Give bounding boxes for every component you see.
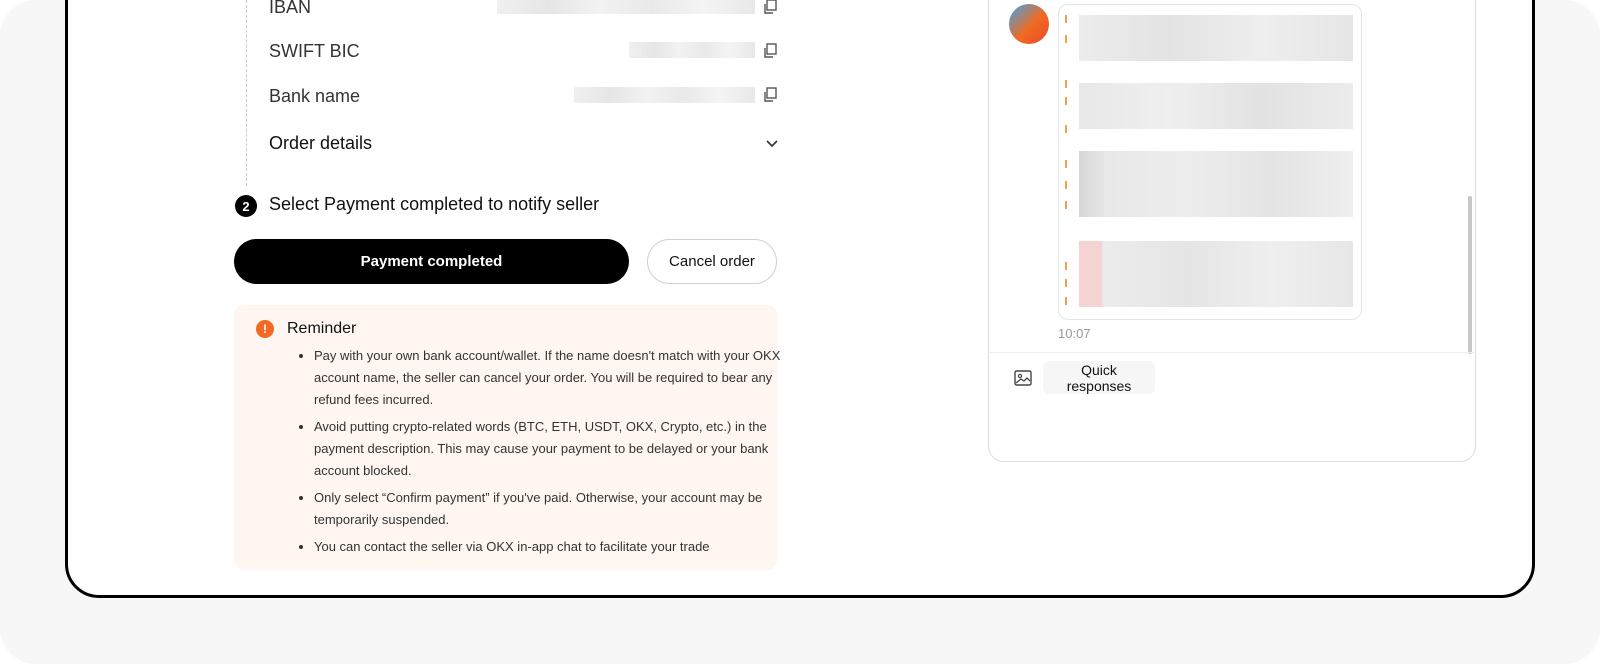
chat-scrollbar[interactable] [1468, 196, 1472, 354]
redacted-mark [1065, 97, 1067, 105]
redacted-mark [1065, 279, 1067, 287]
redacted-mark [1065, 297, 1067, 305]
copy-icon[interactable] [762, 0, 778, 15]
step-instruction: Select Payment completed to notify selle… [269, 194, 600, 214]
redacted-mark [1065, 35, 1067, 43]
quick-responses-button[interactable]: Quick responses [1043, 361, 1155, 394]
redacted-text-block [1079, 83, 1353, 129]
chat-divider [989, 352, 1475, 353]
iban-value-redacted [497, 0, 755, 14]
iban-label: IBAN [269, 0, 312, 17]
redacted-text-block [1079, 151, 1353, 217]
bank-name-label: Bank name [269, 86, 361, 106]
warning-icon: ! [256, 320, 274, 338]
order-details-toggle[interactable]: Order details [269, 133, 372, 154]
message-timestamp: 10:07 [1058, 326, 1091, 341]
reminder-item: Avoid putting crypto-related words (BTC,… [314, 416, 784, 482]
image-icon[interactable] [1014, 370, 1032, 386]
reminder-list: Pay with your own bank account/wallet. I… [294, 345, 784, 563]
redacted-text-block [1079, 15, 1353, 61]
redacted-mark [1065, 125, 1067, 133]
reminder-panel: ! Reminder Pay with your own bank accoun… [234, 305, 780, 570]
redacted-mark [1065, 201, 1067, 209]
bank-name-value-redacted [574, 87, 755, 103]
reminder-item: Pay with your own bank account/wallet. I… [314, 345, 784, 411]
reminder-title: Reminder [287, 320, 357, 337]
chat-message-bubble-redacted [1058, 4, 1362, 320]
redacted-mark [1065, 160, 1067, 168]
cancel-order-button[interactable]: Cancel order [647, 239, 777, 284]
timeline-connector [246, 0, 247, 186]
reminder-item: Only select “Confirm payment” if you've … [314, 487, 784, 531]
swift-bic-value-redacted [629, 42, 755, 58]
payment-completed-button[interactable]: Payment completed [234, 239, 629, 284]
redacted-text-block [1079, 241, 1353, 307]
step-number-badge: 2 [235, 195, 257, 217]
redacted-mark [1065, 181, 1067, 189]
swift-bic-label: SWIFT BIC [269, 41, 360, 61]
redacted-mark [1065, 262, 1067, 270]
redacted-mark [1065, 80, 1067, 88]
copy-icon[interactable] [762, 87, 778, 103]
avatar [1009, 4, 1049, 44]
reminder-item: You can contact the seller via OKX in-ap… [314, 536, 784, 558]
chevron-down-icon[interactable] [764, 136, 780, 152]
copy-icon[interactable] [762, 43, 778, 59]
redacted-mark [1065, 15, 1067, 23]
